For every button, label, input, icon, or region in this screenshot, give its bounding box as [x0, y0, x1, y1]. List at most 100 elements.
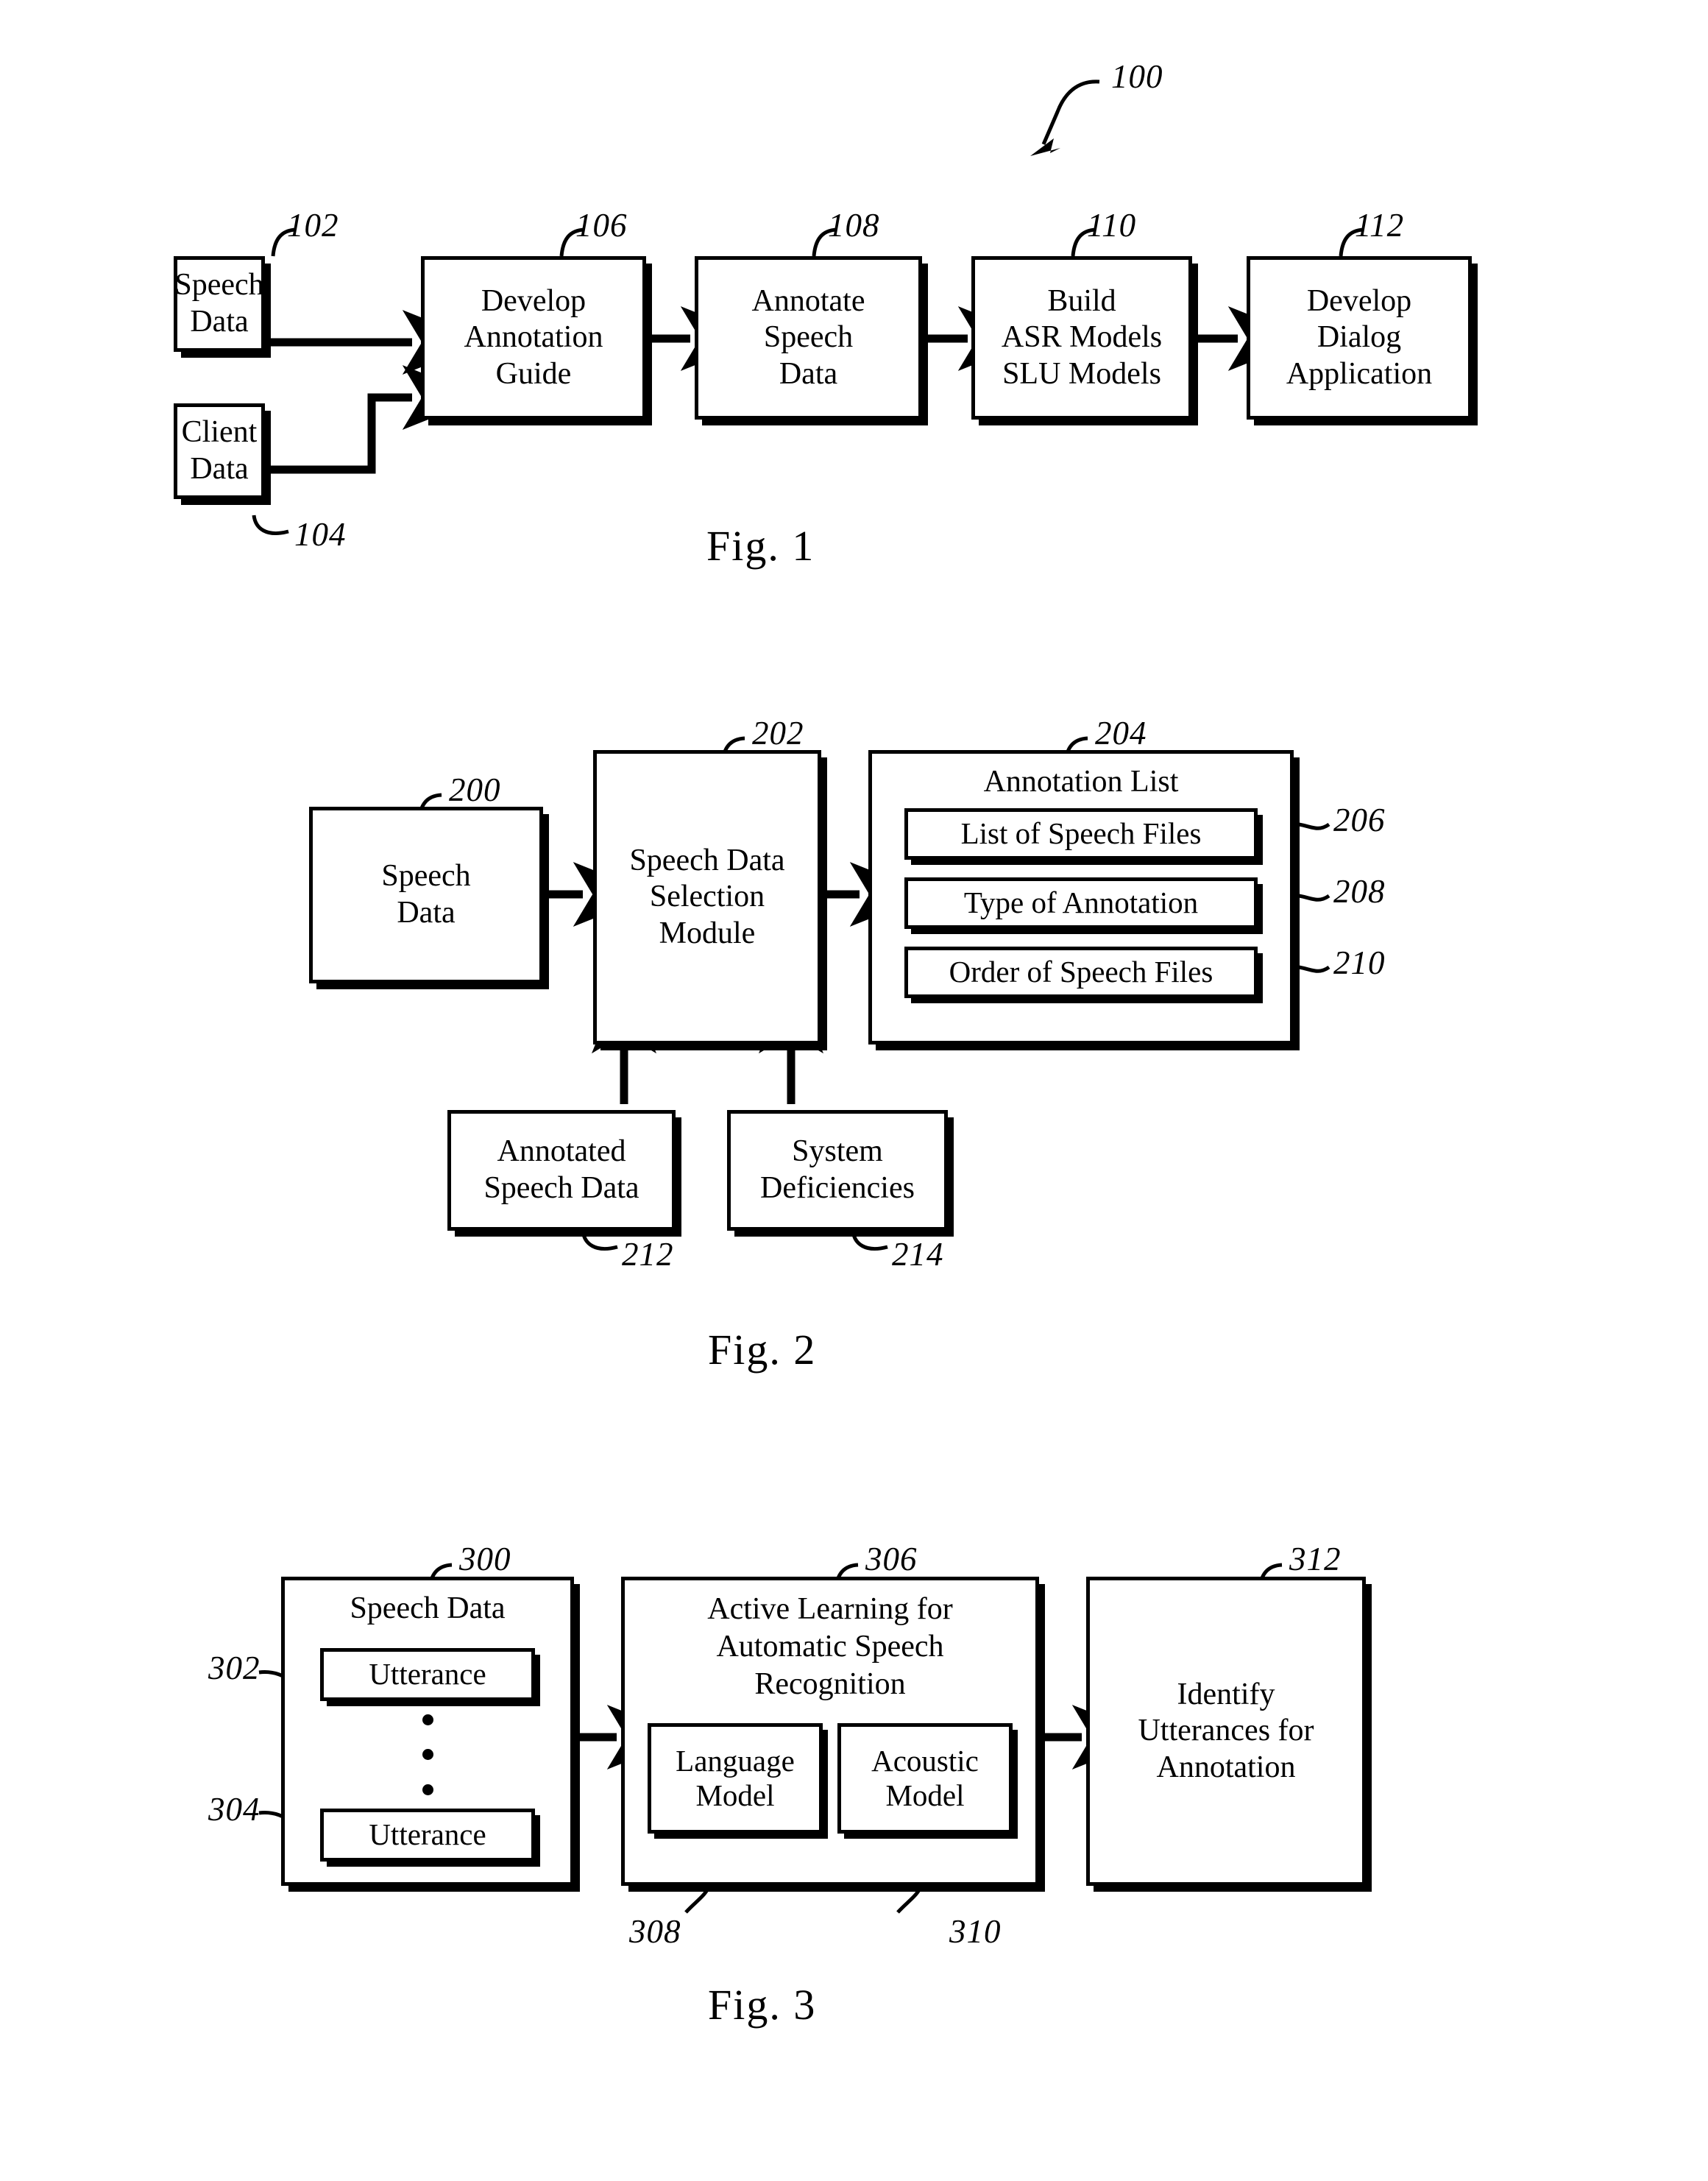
ref-306: 306 — [865, 1541, 918, 1577]
ref-212: 212 — [622, 1236, 674, 1273]
ref-108: 108 — [828, 207, 880, 244]
ref-214: 214 — [892, 1236, 944, 1273]
selection-module-line-1: Speech Data — [629, 843, 785, 877]
fig2-node-212: Annotated Speech Data — [447, 1110, 676, 1231]
annotation-list-item-208: Type of Annotation — [904, 877, 1258, 929]
ref-310: 310 — [949, 1913, 1002, 1950]
speech-data-line-1: Speech — [174, 268, 264, 303]
active-learning-line-3: Recognition — [754, 1667, 906, 1702]
leader-308 — [684, 1869, 713, 1914]
annotate-speech-line-1: Annotate — [751, 283, 865, 318]
fig1-node-106: Develop Annotation Guide — [421, 256, 646, 420]
fig2-speech-data-line-2: Data — [397, 896, 456, 930]
language-model-box-308: Language Model — [648, 1722, 823, 1834]
acoustic-model-box-310-line-1: Acoustic — [871, 1743, 979, 1778]
fig2-node-204: Annotation List List of Speech Files Type … — [868, 750, 1294, 1044]
fig1-node-108: Annotate Speech Data — [695, 256, 922, 420]
leader-208 — [1292, 893, 1330, 902]
annotated-speech-data-line-2: Speech Data — [483, 1171, 639, 1205]
active-learning-line-1: Active Learning for — [707, 1592, 953, 1626]
ref-300: 300 — [459, 1541, 511, 1577]
fig3-node-306: Active Learning for Automatic Speech Recog… — [621, 1577, 1039, 1886]
fig3-node-300: Speech Data Utterance Utterance — [281, 1577, 574, 1886]
fig2-node-214: System Deficiencies — [727, 1110, 948, 1231]
annotation-list-item-210: Order of Speech Files — [904, 946, 1258, 998]
develop-guide-line-2: Annotation — [464, 320, 603, 355]
leader-202 — [720, 736, 745, 766]
fig1-node-104: Client Data — [174, 403, 265, 499]
leader-204 — [1063, 736, 1088, 766]
annotation-list-title: Annotation List — [983, 765, 1179, 799]
ref-112: 112 — [1355, 207, 1405, 244]
client-data-line-2: Data — [190, 452, 249, 486]
build-models-line-3: SLU Models — [1002, 356, 1161, 391]
client-data-line-1: Client — [181, 415, 258, 450]
vertical-ellipsis-icon — [422, 1714, 433, 1795]
leader-304 — [258, 1811, 317, 1836]
leader-310 — [896, 1869, 925, 1914]
leader-212 — [581, 1230, 618, 1251]
fig3-node-312: Identify Utterances for Annotation — [1086, 1577, 1366, 1886]
fig1-caption: Fig. 1 — [706, 522, 815, 570]
ref-308: 308 — [629, 1913, 681, 1950]
build-models-line-1: Build — [1047, 283, 1116, 318]
utterance-box-302: Utterance — [320, 1647, 535, 1701]
active-learning-line-2: Automatic Speech — [716, 1630, 944, 1664]
develop-guide-line-1: Develop — [481, 283, 587, 318]
develop-guide-line-3: Guide — [495, 356, 572, 391]
ref-100: 100 — [1111, 58, 1163, 95]
fig1-node-102: Speech Data — [174, 256, 265, 352]
leader-200 — [417, 793, 442, 822]
selection-module-line-3: Module — [659, 916, 756, 950]
fig2-node-200: Speech Data — [309, 807, 543, 983]
annotate-speech-line-3: Data — [779, 356, 838, 391]
acoustic-model-box-310-line-2: Model — [885, 1778, 965, 1812]
fig1-node-110: Build ASR Models SLU Models — [971, 256, 1192, 420]
system-deficiencies-line-2: Deficiencies — [760, 1171, 915, 1205]
figure-1: 100 Speech Data 102 Client Data 104 Develo… — [0, 0, 1708, 589]
language-model-box-308-line-2: Model — [695, 1778, 775, 1812]
acoustic-model-box-310: Acoustic Model — [837, 1722, 1013, 1834]
identify-utterances-line-1: Identify — [1177, 1677, 1275, 1711]
ref-104: 104 — [294, 516, 347, 553]
selection-module-line-2: Selection — [649, 880, 765, 914]
annotated-speech-data-line-1: Annotated — [497, 1134, 626, 1169]
ref-210: 210 — [1333, 944, 1386, 981]
ref-206: 206 — [1333, 802, 1386, 838]
identify-utterances-line-2: Utterances for — [1138, 1714, 1314, 1748]
ref-102: 102 — [287, 207, 339, 244]
develop-dialog-line-1: Develop — [1306, 283, 1412, 318]
fig1-node-112: Develop Dialog Application — [1247, 256, 1472, 420]
leader-312 — [1257, 1563, 1283, 1592]
leader-214 — [851, 1230, 888, 1251]
leader-306 — [833, 1563, 859, 1592]
ref-302: 302 — [208, 1650, 261, 1686]
develop-dialog-line-3: Application — [1286, 356, 1433, 391]
annotate-speech-line-2: Speech — [763, 320, 854, 355]
ref-200: 200 — [449, 771, 501, 808]
build-models-line-2: ASR Models — [1001, 320, 1163, 355]
fig2-node-202: Speech Data Selection Module — [593, 750, 821, 1044]
language-model-box-308-line-1: Language — [676, 1743, 795, 1778]
fig3-speech-data-title: Speech Data — [350, 1591, 506, 1625]
ref-304: 304 — [208, 1791, 261, 1828]
leader-300 — [427, 1563, 453, 1592]
leader-210 — [1292, 964, 1330, 973]
identify-utterances-line-3: Annotation — [1156, 1750, 1296, 1784]
fig3-caption: Fig. 3 — [708, 1981, 817, 2029]
annotation-list-item-206: List of Speech Files — [904, 807, 1258, 860]
leader-206 — [1292, 821, 1330, 830]
leader-302 — [258, 1670, 317, 1695]
develop-dialog-line-2: Dialog — [1317, 320, 1402, 355]
ref-202: 202 — [752, 715, 804, 752]
fig2-speech-data-line-1: Speech — [381, 859, 471, 894]
ref-110: 110 — [1087, 207, 1137, 244]
active-learning-title: Active Learning for Automatic Speech Recog… — [707, 1591, 953, 1704]
speech-data-line-2: Data — [190, 305, 249, 339]
utterance-box-304: Utterance — [320, 1808, 535, 1862]
system-deficiencies-line-1: System — [792, 1134, 883, 1169]
ref-204: 204 — [1095, 715, 1147, 752]
ref-312: 312 — [1289, 1541, 1342, 1577]
model-row: Language Model Acoustic Model — [648, 1722, 1013, 1834]
fig2-caption: Fig. 2 — [708, 1326, 817, 1374]
